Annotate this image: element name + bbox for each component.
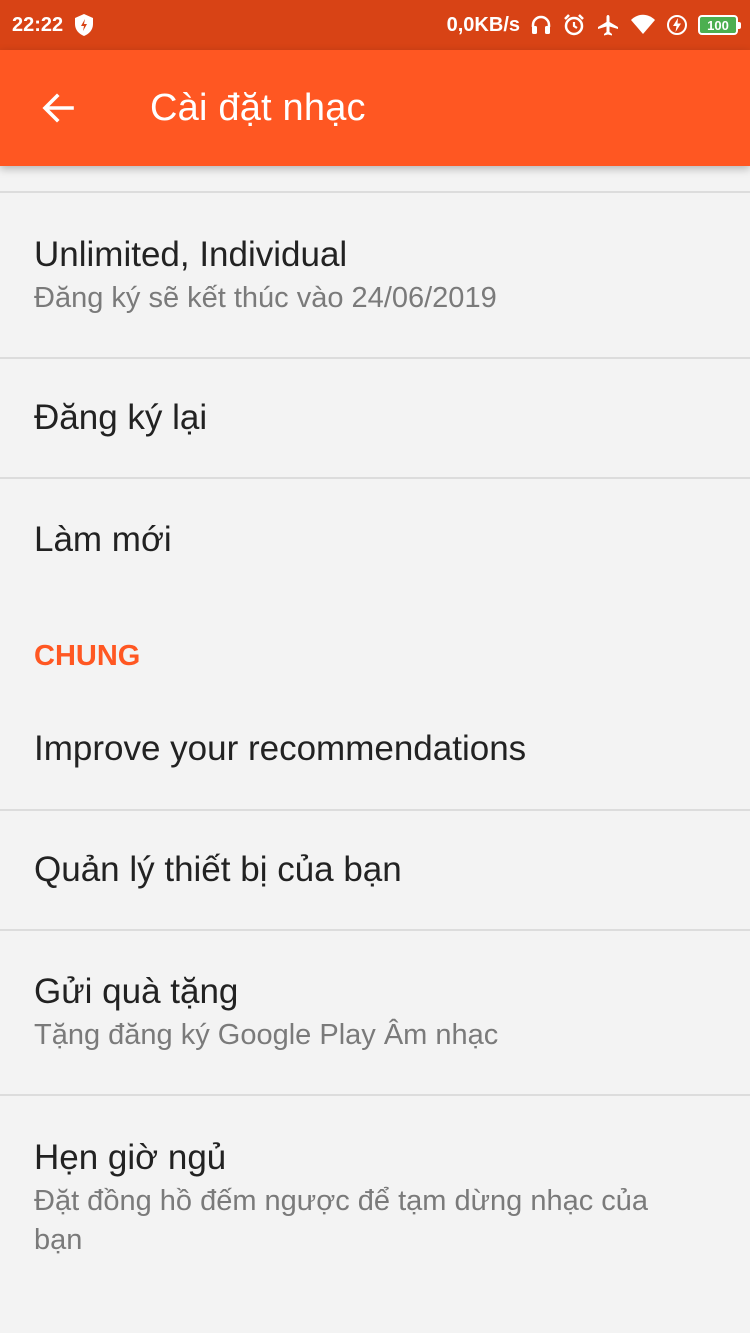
resubscribe-title: Đăng ký lại xyxy=(34,398,208,437)
back-button[interactable] xyxy=(28,78,88,138)
improve-recommendations-item[interactable]: Improve your recommendations xyxy=(0,689,750,809)
charging-icon xyxy=(666,14,688,36)
wifi-icon xyxy=(630,14,656,36)
arrow-back-icon xyxy=(42,93,74,123)
battery-level: 100 xyxy=(707,17,729,33)
subscription-item[interactable]: Unlimited, Individual Đăng ký sẽ kết thú… xyxy=(0,193,750,357)
send-gift-title: Gửi quà tặng xyxy=(34,972,239,1011)
status-time: 22:22 xyxy=(12,13,64,36)
subscription-title: Unlimited, Individual xyxy=(34,234,348,274)
sleep-timer-subtitle: Đặt đồng hồ đếm ngược để tạm dừng nhạc c… xyxy=(34,1185,649,1256)
refresh-item[interactable]: Làm mới xyxy=(0,479,750,601)
refresh-title: Làm mới xyxy=(34,520,172,559)
settings-list: Unlimited, Individual Đăng ký sẽ kết thú… xyxy=(0,166,750,1333)
manage-devices-item[interactable]: Quản lý thiết bị của bạn xyxy=(0,811,750,929)
send-gift-subtitle: Tặng đăng ký Google Play Âm nhạc xyxy=(34,1019,499,1051)
alarm-icon xyxy=(562,13,586,37)
status-bar-right: 0,0KB/s 100 xyxy=(446,13,741,37)
status-bar: 22:22 0,0KB/s 100 xyxy=(0,0,750,50)
improve-recommendations-title: Improve your recommendations xyxy=(34,729,527,768)
manage-devices-title: Quản lý thiết bị của bạn xyxy=(34,850,402,889)
page-title: Cài đặt nhạc xyxy=(150,86,366,129)
top-spacer xyxy=(0,166,750,191)
headphones-icon xyxy=(530,14,552,36)
airplane-icon xyxy=(596,13,620,37)
sleep-timer-item[interactable]: Hẹn giờ ngủ Đặt đồng hồ đếm ngược để tạm… xyxy=(0,1096,750,1300)
subscription-subtitle: Đăng ký sẽ kết thúc vào 24/06/2019 xyxy=(34,281,497,314)
battery-icon: 100 xyxy=(698,15,741,35)
shield-icon xyxy=(73,13,95,37)
send-gift-item[interactable]: Gửi quà tặng Tặng đăng ký Google Play Âm… xyxy=(0,931,750,1094)
resubscribe-item[interactable]: Đăng ký lại xyxy=(0,359,750,477)
status-bar-left: 22:22 xyxy=(12,13,95,37)
sleep-timer-title: Hẹn giờ ngủ xyxy=(34,1138,227,1177)
app-bar: Cài đặt nhạc xyxy=(0,50,750,166)
network-speed: 0,0KB/s xyxy=(446,13,520,36)
